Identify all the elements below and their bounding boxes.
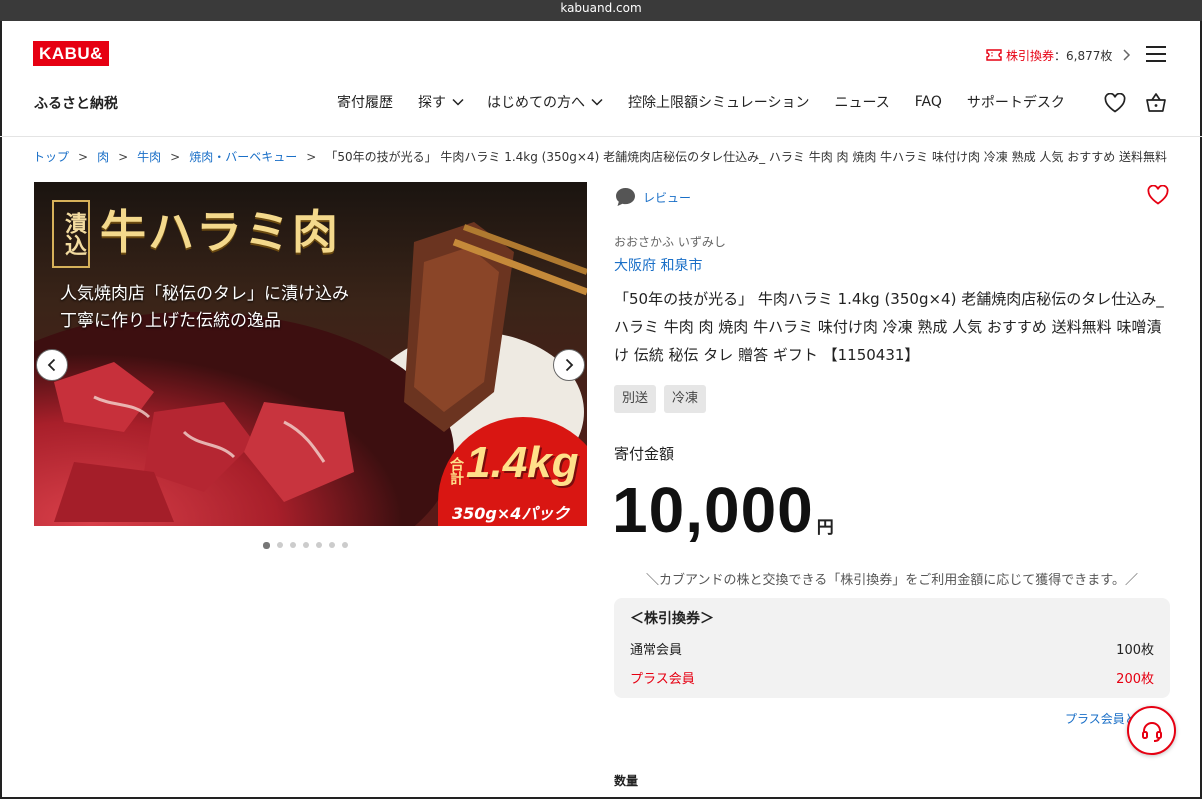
carousel-dot[interactable] [342, 542, 348, 548]
breadcrumb-current: 「50年の技が光る」 牛肉ハラミ 1.4kg (350g×4) 老舗焼肉店秘伝の… [325, 150, 1169, 164]
carousel-dot[interactable] [277, 542, 283, 548]
hero-headline: 牛ハラミ肉 [100, 205, 340, 259]
carousel-dot[interactable] [290, 542, 296, 548]
regular-member-value: 100枚 [1116, 643, 1154, 658]
municipality-link[interactable]: 大阪府 和泉市 [614, 255, 702, 275]
chevron-left-icon [47, 358, 56, 372]
regular-member-label: 通常会員 [630, 643, 683, 658]
price: 10,000 円 [612, 474, 834, 546]
breadcrumb-link-top[interactable]: トップ [33, 150, 69, 164]
price-value: 10,000 [612, 474, 814, 546]
ticket-count: ：6,877枚 [1054, 48, 1113, 63]
nav-item-news[interactable]: ニュース [834, 92, 889, 112]
quantity-label: 数量 [614, 774, 639, 788]
tag-separate-shipping: 別送 [614, 385, 657, 413]
ticket-reward-box: ＜株引換券＞ 通常会員 100枚 プラス会員 200枚 [614, 598, 1170, 698]
breadcrumb-link-meat[interactable]: 肉 [97, 150, 109, 164]
chevron-right-icon [565, 358, 574, 372]
product-tags: 別送 冷凍 [614, 385, 714, 413]
plus-member-row: プラス会員 200枚 [630, 668, 1154, 687]
hero-tag: 漬込 [52, 200, 90, 268]
favorite-heart-icon[interactable] [1147, 185, 1169, 205]
municipality-kana: おおさかふ いずみし [614, 235, 726, 249]
review-link[interactable]: レビュー [615, 187, 691, 207]
browser-url-bar: kabuand.com [0, 0, 1202, 21]
carousel-dot[interactable] [303, 542, 309, 548]
favorites-heart-icon[interactable] [1104, 93, 1126, 113]
ticket-balance-link[interactable]: 株引換券 ：6,877枚 [986, 45, 1131, 65]
ticket-box-title: ＜株引換券＞ [630, 611, 714, 627]
carousel-next-button[interactable] [553, 349, 585, 381]
breadcrumb-link-beef[interactable]: 牛肉 [137, 150, 161, 164]
ticket-icon [986, 49, 1002, 61]
speech-bubble-icon [616, 188, 635, 206]
exchange-note: ＼カブアンドの株と交換できる「株引換券」をご利用金額に応じて獲得できます。／ [646, 573, 1138, 588]
chevron-down-icon [591, 98, 603, 106]
hero-subtitle-2: 丁寧に作り上げた伝統の逸品 [60, 311, 281, 331]
review-label: レビュー [643, 190, 692, 205]
hero-subtitle-1: 人気焼肉店「秘伝のタレ」に漬け込み [60, 284, 349, 304]
plus-member-value: 200枚 [1116, 672, 1154, 687]
ticket-label: 株引換券 [1006, 48, 1055, 63]
nav-item-search[interactable]: 探す [418, 92, 464, 112]
nav-item-history[interactable]: 寄付履歴 [337, 92, 393, 112]
logo-text: KABU& [39, 44, 103, 63]
nav-item-support[interactable]: サポートデスク [967, 92, 1065, 112]
chevron-down-icon [452, 98, 464, 106]
donation-amount-label: 寄付金額 [614, 445, 675, 463]
support-chat-button[interactable] [1127, 706, 1176, 755]
product-image: 漬込 牛ハラミ肉 人気焼肉店「秘伝のタレ」に漬け込み 丁寧に作り上げた伝統の逸品… [34, 182, 587, 526]
plus-member-label: プラス会員 [630, 672, 695, 687]
carousel-dot[interactable] [329, 542, 335, 548]
cart-basket-icon[interactable] [1145, 92, 1167, 114]
url-text: kabuand.com [560, 1, 642, 15]
site-name: ふるさと納税 [34, 96, 118, 112]
breadcrumb: トップ > 肉 > 牛肉 > 焼肉・バーベキュー > 「50年の技が光る」 牛肉ハラミ 1.4k… [33, 148, 1169, 165]
carousel-dots [263, 541, 355, 549]
plus-member-link[interactable]: プラス会員と [1065, 710, 1137, 727]
breadcrumb-link-bbq[interactable]: 焼肉・バーベキュー [189, 150, 297, 164]
product-title: 「50年の技が光る」 牛肉ハラミ 1.4kg (350g×4) 老舗焼肉店秘伝の… [614, 290, 1164, 364]
nav-item-beginners[interactable]: はじめての方へ [487, 92, 603, 112]
badge-total: 合計 [448, 457, 464, 485]
kabu-logo[interactable]: KABU& [33, 41, 109, 66]
carousel-dot[interactable] [316, 542, 322, 548]
menu-icon[interactable] [1146, 46, 1166, 62]
regular-member-row: 通常会員 100枚 [630, 639, 1154, 658]
nav-item-simulation[interactable]: 控除上限額シミュレーション [628, 92, 809, 112]
badge-pack: 350g×4パック [452, 504, 570, 523]
badge-weight: 1.4kg [466, 438, 579, 487]
main-nav: 寄付履歴 探す はじめての方へ 控除上限額シミュレーション ニュース FAQ サ… [337, 92, 1065, 112]
carousel-prev-button[interactable] [36, 349, 68, 381]
chevron-right-icon [1123, 49, 1131, 61]
tag-frozen: 冷凍 [664, 385, 707, 413]
headset-icon [1141, 721, 1162, 742]
carousel-dot[interactable] [263, 541, 270, 549]
header-divider [0, 136, 1202, 137]
price-unit: 円 [816, 518, 834, 538]
nav-item-faq[interactable]: FAQ [915, 94, 942, 110]
